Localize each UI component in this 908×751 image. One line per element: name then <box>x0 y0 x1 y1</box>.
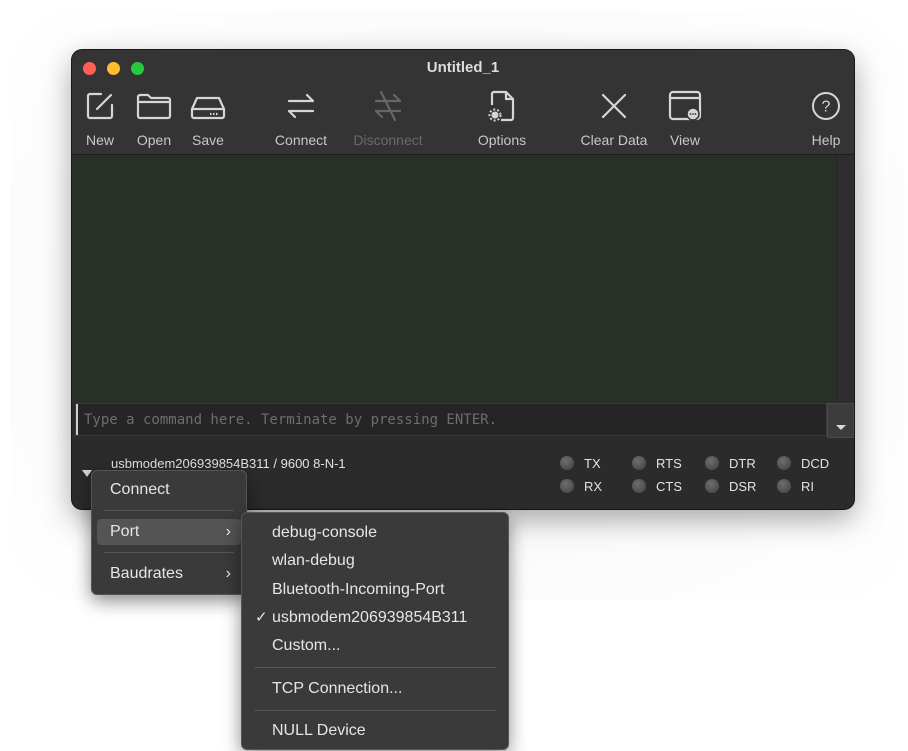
folder-icon <box>132 88 176 124</box>
help-question-icon: ? <box>806 88 846 124</box>
connect-arrows-icon <box>269 88 333 124</box>
options-button-label: Options <box>477 132 527 148</box>
port-item-custom[interactable]: Custom... <box>247 633 503 659</box>
port-item-label: Bluetooth-Incoming-Port <box>272 581 445 598</box>
menu-separator <box>254 710 496 711</box>
window-title: Untitled_1 <box>426 59 500 76</box>
checkmark-icon: ✓ <box>255 609 268 626</box>
clear-data-button-label: Clear Data <box>580 132 648 148</box>
port-item-null-device[interactable]: NULL Device <box>247 718 503 744</box>
menu-separator <box>104 510 234 511</box>
menu-item-baudrates[interactable]: Baudrates › <box>97 561 241 587</box>
port-item-usbmodem[interactable]: ✓ usbmodem206939854B311 <box>247 605 503 631</box>
port-item-wlan-debug[interactable]: wlan-debug <box>247 548 503 574</box>
save-button-label: Save <box>192 132 224 148</box>
view-window-icon <box>665 88 705 124</box>
dtr-indicator-led <box>705 456 719 470</box>
port-item-label: TCP Connection... <box>272 680 403 697</box>
open-button[interactable]: Open <box>132 88 176 152</box>
command-history-dropdown[interactable] <box>827 403 854 438</box>
app-window: Untitled_1 New Open Save Connect Disconn… <box>72 50 854 509</box>
document-gear-icon <box>472 88 532 124</box>
cts-indicator-led <box>632 479 646 493</box>
options-button[interactable]: Options <box>472 88 532 152</box>
command-input[interactable] <box>76 404 826 435</box>
menu-separator <box>254 667 496 668</box>
menu-item-connect[interactable]: Connect <box>97 477 241 503</box>
disconnect-arrows-icon <box>348 88 428 124</box>
menu-item-port[interactable]: Port › <box>97 519 241 545</box>
dcd-indicator-led <box>777 456 791 470</box>
clear-data-button[interactable]: Clear Data <box>576 88 652 152</box>
ri-indicator-led <box>777 479 791 493</box>
port-item-label: wlan-debug <box>272 552 355 569</box>
port-submenu: debug-console wlan-debug Bluetooth-Incom… <box>241 512 509 750</box>
dropdown-arrow-icon <box>836 425 846 430</box>
titlebar: Untitled_1 New Open Save Connect Disconn… <box>72 50 854 155</box>
port-item-tcp-connection[interactable]: TCP Connection... <box>247 676 503 702</box>
terminal-output[interactable] <box>72 155 836 403</box>
connect-button-label: Connect <box>274 132 328 148</box>
help-button[interactable]: ? Help <box>806 88 846 152</box>
ri-label: RI <box>801 479 814 494</box>
chevron-right-icon: › <box>225 565 231 582</box>
chevron-right-icon: › <box>225 523 231 540</box>
open-button-label: Open <box>136 132 172 148</box>
rx-label: RX <box>584 479 603 494</box>
port-item-label: Custom... <box>272 637 341 654</box>
help-button-label: Help <box>811 132 841 148</box>
menu-item-baudrates-label: Baudrates <box>110 565 183 582</box>
dcd-label: DCD <box>801 456 830 471</box>
connect-button[interactable]: Connect <box>269 88 333 152</box>
port-item-label: usbmodem206939854B311 <box>272 609 468 626</box>
dsr-label: DSR <box>729 479 757 494</box>
dtr-label: DTR <box>729 456 756 471</box>
terminal-scrollbar[interactable] <box>836 155 854 403</box>
port-status-text: usbmodem206939854B311 / 9600 8-N-1 <box>111 456 346 471</box>
disconnect-button-label: Disconnect <box>353 132 423 148</box>
port-item-label: NULL Device <box>272 722 366 739</box>
new-document-icon <box>80 88 120 124</box>
cts-label: CTS <box>656 479 682 494</box>
rx-indicator-led <box>560 479 574 493</box>
new-button-label: New <box>85 132 114 148</box>
rts-indicator-led <box>632 456 646 470</box>
view-button[interactable]: View <box>665 88 705 152</box>
menu-item-port-label: Port <box>110 523 140 540</box>
dsr-indicator-led <box>705 479 719 493</box>
clear-x-icon <box>576 88 652 124</box>
tx-label: TX <box>584 456 601 471</box>
port-item-bluetooth-incoming-port[interactable]: Bluetooth-Incoming-Port <box>247 577 503 603</box>
port-item-debug-console[interactable]: debug-console <box>247 520 503 546</box>
save-button[interactable]: Save <box>186 88 230 152</box>
new-button[interactable]: New <box>80 88 120 152</box>
tx-indicator-led <box>560 456 574 470</box>
rts-label: RTS <box>656 456 682 471</box>
command-field[interactable] <box>75 403 827 436</box>
disconnect-button[interactable]: Disconnect <box>348 88 428 152</box>
port-item-label: debug-console <box>272 524 377 541</box>
menu-item-connect-label: Connect <box>110 481 170 498</box>
save-drive-icon <box>186 88 230 124</box>
view-button-label: View <box>669 132 701 148</box>
menu-separator <box>104 552 234 553</box>
connection-context-menu: Connect Port › Baudrates › <box>91 470 247 595</box>
svg-text:?: ? <box>822 99 831 116</box>
